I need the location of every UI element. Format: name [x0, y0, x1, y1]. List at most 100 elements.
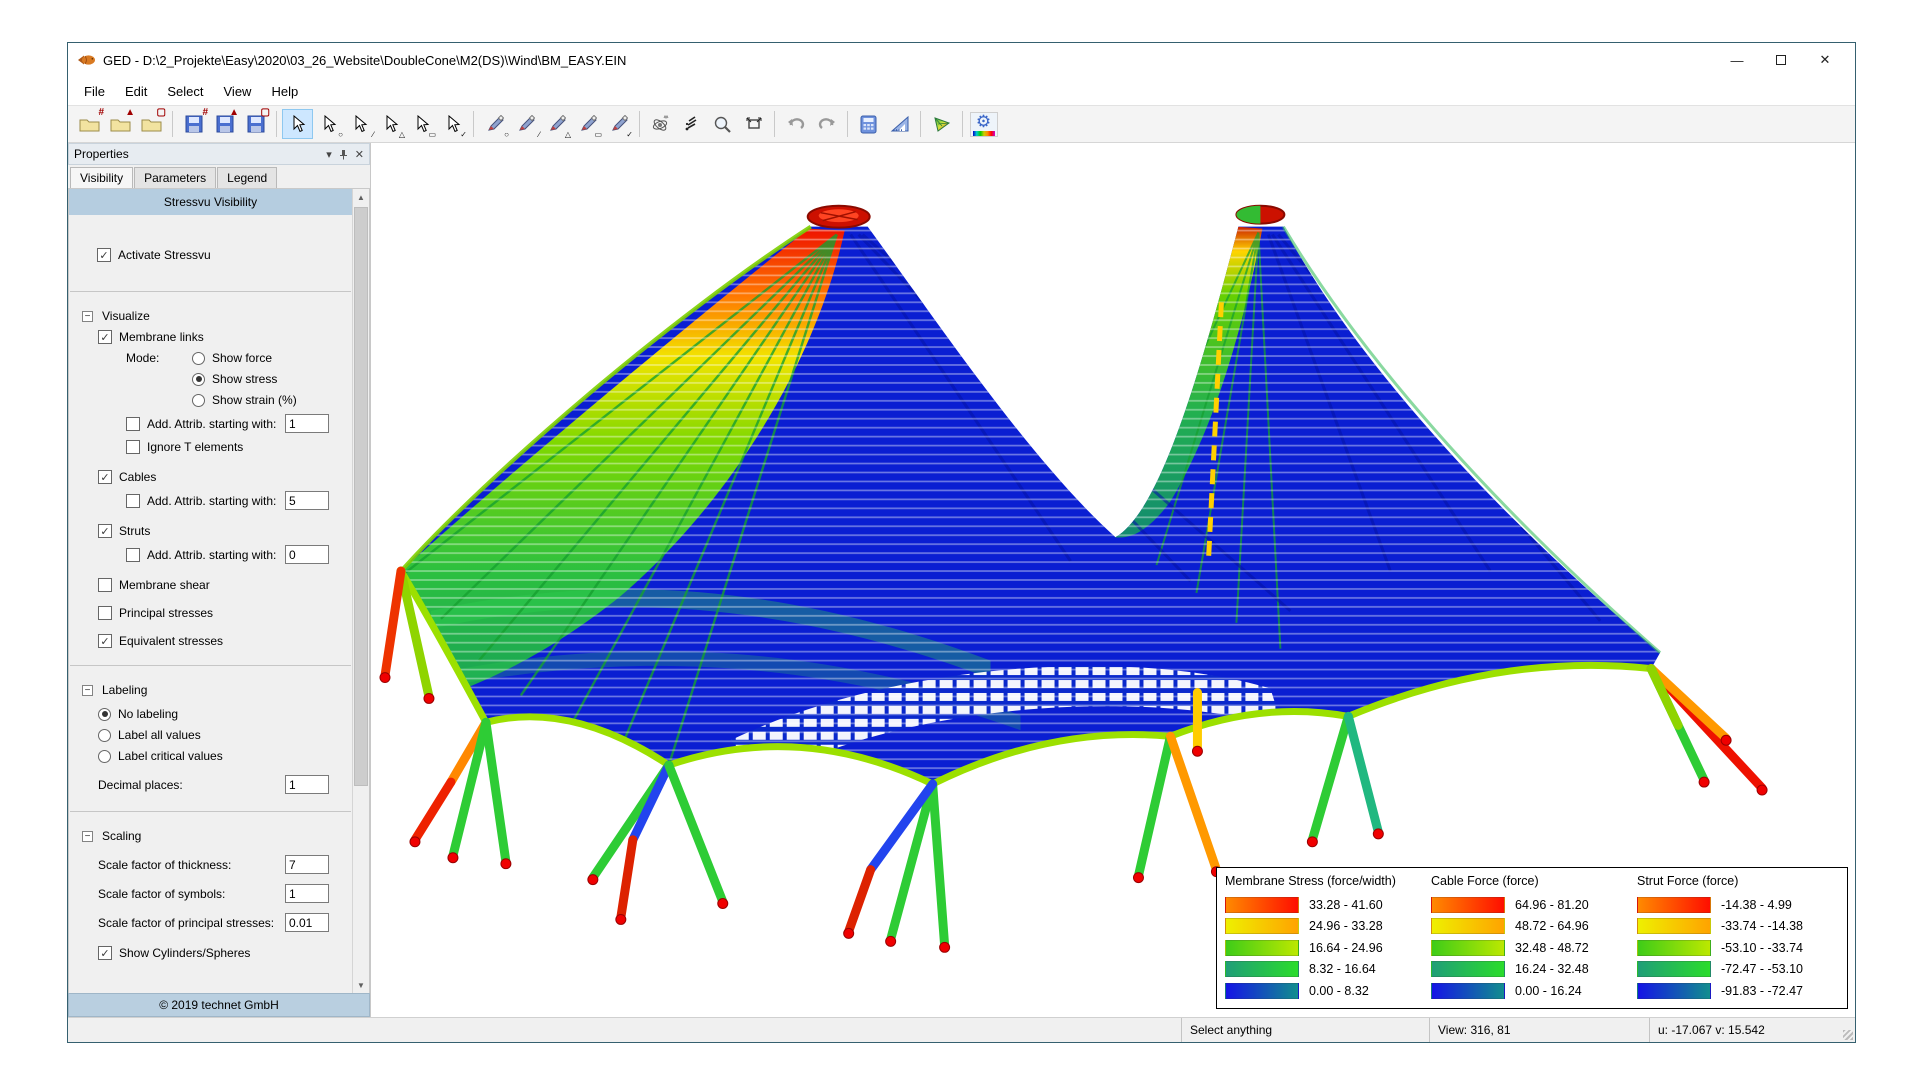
membrane-add-attrib-label: Add. Attrib. starting with:: [147, 417, 276, 431]
select-node-icon[interactable]: ○: [313, 109, 344, 139]
legend-range: 0.00 - 16.24: [1515, 984, 1582, 998]
legend-color-bar: [1431, 897, 1505, 913]
legend-range: 48.72 - 64.96: [1515, 919, 1589, 933]
activate-stressvu-checkbox[interactable]: ✓: [97, 248, 111, 262]
scrollbar-thumb[interactable]: [354, 207, 368, 786]
legend-range: 0.00 - 8.32: [1309, 984, 1369, 998]
struts-add-attrib-input[interactable]: [285, 545, 329, 564]
thickness-input[interactable]: [285, 855, 329, 874]
orbit-tool-icon[interactable]: [645, 109, 676, 139]
cables-checkbox[interactable]: ✓: [98, 470, 112, 484]
select-poly-icon[interactable]: ✓: [437, 109, 468, 139]
save-triangle-icon[interactable]: ▲: [209, 109, 240, 139]
burst-tool-icon[interactable]: [676, 109, 707, 139]
panel-dropdown-icon[interactable]: ▾: [326, 148, 332, 161]
set-square-icon[interactable]: [884, 109, 915, 139]
collapse-icon[interactable]: −: [82, 311, 93, 322]
cables-add-attrib-input[interactable]: [285, 491, 329, 510]
menu-help[interactable]: Help: [261, 80, 308, 103]
hash-overlay: #: [98, 108, 104, 118]
panel-title-bar[interactable]: Properties ▾ ✕: [68, 143, 370, 165]
show-force-radio[interactable]: [192, 352, 205, 365]
labeling-title: Labeling: [102, 683, 147, 697]
show-strain-label: Show strain (%): [212, 393, 297, 407]
principal-stresses-checkbox[interactable]: [98, 606, 112, 620]
node-subicon: ○: [504, 131, 509, 139]
triangle-overlay: ▲: [229, 108, 239, 118]
panel-scrollbar[interactable]: ▲ ▼: [352, 189, 369, 993]
collapse-icon[interactable]: −: [82, 831, 93, 842]
label-critical-radio[interactable]: [98, 750, 111, 763]
select-tool-icon[interactable]: [282, 109, 313, 139]
stressvu-settings-icon[interactable]: ⚙: [968, 109, 999, 139]
no-labeling-radio[interactable]: [98, 708, 111, 721]
struts-label: Struts: [119, 524, 150, 538]
membrane-links-checkbox[interactable]: ✓: [98, 330, 112, 344]
menu-edit[interactable]: Edit: [115, 80, 157, 103]
struts-add-attrib-checkbox[interactable]: [126, 548, 140, 562]
draw-edge-icon[interactable]: ∕: [510, 109, 541, 139]
select-edge-icon[interactable]: ∕: [344, 109, 375, 139]
cables-add-attrib-checkbox[interactable]: [126, 494, 140, 508]
zoom-tool-icon[interactable]: [707, 109, 738, 139]
select-triangle-icon[interactable]: △: [375, 109, 406, 139]
mesh-view-icon[interactable]: [926, 109, 957, 139]
viewport-3d[interactable]: Membrane Stress (force/width) 33.28 - 41…: [371, 143, 1855, 1017]
save-hash-icon[interactable]: #: [178, 109, 209, 139]
tool-bar: # ▲ ▢ # ▲ ▢ ○ ∕ △: [68, 105, 1855, 143]
show-stress-radio[interactable]: [192, 373, 205, 386]
scroll-up-icon[interactable]: ▲: [353, 189, 369, 205]
equivalent-stresses-checkbox[interactable]: ✓: [98, 634, 112, 648]
window-title: GED - D:\2_Projekte\Easy\2020\03_26_Webs…: [103, 53, 626, 68]
struts-checkbox[interactable]: ✓: [98, 524, 112, 538]
toolbar-separator: [639, 111, 640, 137]
membrane-shear-checkbox[interactable]: [98, 578, 112, 592]
draw-check-icon[interactable]: ✓: [603, 109, 634, 139]
menu-view[interactable]: View: [214, 80, 262, 103]
legend-range: 32.48 - 48.72: [1515, 941, 1589, 955]
pin-icon[interactable]: [339, 149, 348, 160]
zoom-extents-icon[interactable]: [738, 109, 769, 139]
app-window: GED - D:\2_Projekte\Easy\2020\03_26_Webs…: [67, 42, 1856, 1043]
draw-node-icon[interactable]: ○: [479, 109, 510, 139]
open-hash-icon[interactable]: #: [74, 109, 105, 139]
calculator-icon[interactable]: [853, 109, 884, 139]
title-bar[interactable]: GED - D:\2_Projekte\Easy\2020\03_26_Webs…: [68, 43, 1855, 77]
legend-color-bar: [1225, 940, 1299, 956]
undo-icon[interactable]: [780, 109, 811, 139]
open-rect-icon[interactable]: ▢: [136, 109, 167, 139]
minimize-button[interactable]: —: [1715, 46, 1759, 74]
menu-select[interactable]: Select: [157, 80, 213, 103]
maximize-button[interactable]: [1759, 46, 1803, 74]
ignore-t-checkbox[interactable]: [126, 440, 140, 454]
open-triangle-icon[interactable]: ▲: [105, 109, 136, 139]
toolbar-separator: [473, 111, 474, 137]
collapse-icon[interactable]: −: [82, 685, 93, 696]
decimal-places-input[interactable]: [285, 775, 329, 794]
legend-color-bar: [1637, 983, 1711, 999]
draw-triangle-icon[interactable]: △: [541, 109, 572, 139]
label-all-radio[interactable]: [98, 729, 111, 742]
tab-parameters[interactable]: Parameters: [134, 167, 216, 188]
menu-file[interactable]: File: [74, 80, 115, 103]
rect-overlay: ▢: [157, 108, 166, 118]
membrane-links-label: Membrane links: [119, 330, 204, 344]
scroll-down-icon[interactable]: ▼: [353, 977, 369, 993]
select-rect-icon[interactable]: ▭: [406, 109, 437, 139]
panel-close-icon[interactable]: ✕: [355, 148, 364, 161]
membrane-add-attrib-input[interactable]: [285, 414, 329, 433]
show-strain-radio[interactable]: [192, 394, 205, 407]
triangle-overlay: ▲: [125, 108, 135, 118]
principal-scale-input[interactable]: [285, 913, 329, 932]
resize-grip[interactable]: [1843, 1030, 1853, 1040]
close-button[interactable]: ✕: [1803, 46, 1847, 74]
save-rect-icon[interactable]: ▢: [240, 109, 271, 139]
tab-visibility[interactable]: Visibility: [70, 167, 133, 188]
show-cylinders-checkbox[interactable]: ✓: [98, 946, 112, 960]
poly-subicon: ✓: [460, 131, 467, 139]
membrane-add-attrib-checkbox[interactable]: [126, 417, 140, 431]
redo-icon[interactable]: [811, 109, 842, 139]
draw-rect-icon[interactable]: ▭: [572, 109, 603, 139]
tab-legend[interactable]: Legend: [217, 167, 277, 188]
symbols-input[interactable]: [285, 884, 329, 903]
